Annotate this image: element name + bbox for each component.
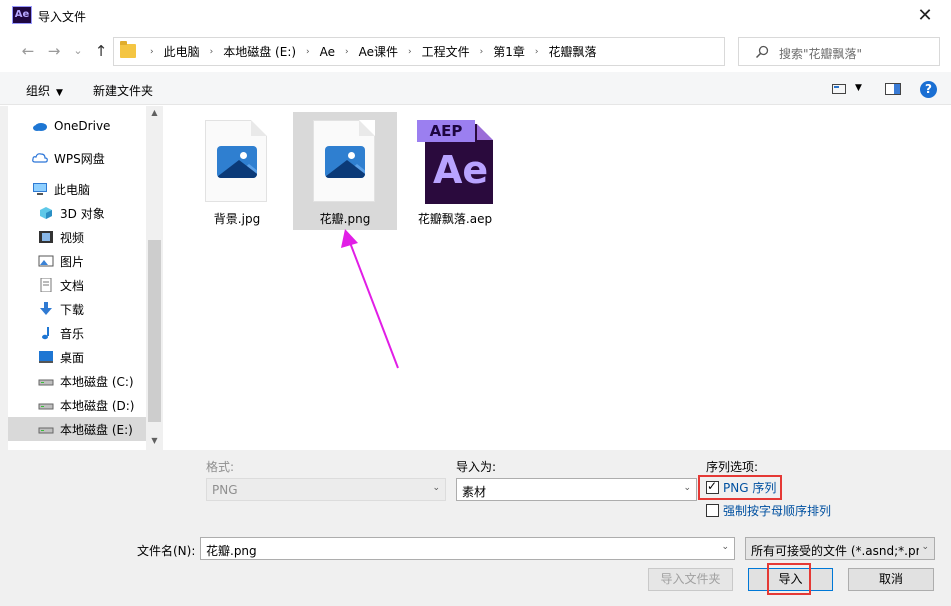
- force-alphabetical-checkbox[interactable]: [706, 504, 719, 517]
- highlight-box: [767, 563, 811, 595]
- format-select: PNG ⌄: [206, 478, 446, 501]
- chevron-down-icon: ⌄: [432, 483, 440, 493]
- cancel-button[interactable]: 取消: [848, 568, 934, 591]
- chevron-down-icon: ⌄: [683, 483, 691, 493]
- chevron-down-icon: ⌄: [921, 542, 929, 552]
- sequence-options-label: 序列选项:: [706, 460, 759, 474]
- filename-label: 文件名(N):: [137, 544, 196, 558]
- import-as-select[interactable]: 素材 ⌄: [456, 478, 697, 501]
- png-sequence-checkbox[interactable]: [706, 479, 719, 494]
- import-as-label: 导入为:: [456, 460, 497, 474]
- chevron-down-icon: ⌄: [721, 542, 729, 552]
- import-folder-button: 导入文件夹: [648, 568, 733, 591]
- import-options-panel: 格式: PNG ⌄ 导入为: 素材 ⌄ 序列选项: PNG 序列 强制按字母顺序…: [8, 450, 951, 606]
- force-alphabetical-label[interactable]: 强制按字母顺序排列: [723, 502, 831, 519]
- format-label: 格式:: [206, 460, 235, 474]
- png-sequence-label[interactable]: PNG 序列: [723, 479, 776, 496]
- file-type-filter-select[interactable]: 所有可接受的文件 (*.asnd;*.pr ⌄: [745, 537, 935, 560]
- filename-input[interactable]: 花瓣.png ⌄: [200, 537, 735, 560]
